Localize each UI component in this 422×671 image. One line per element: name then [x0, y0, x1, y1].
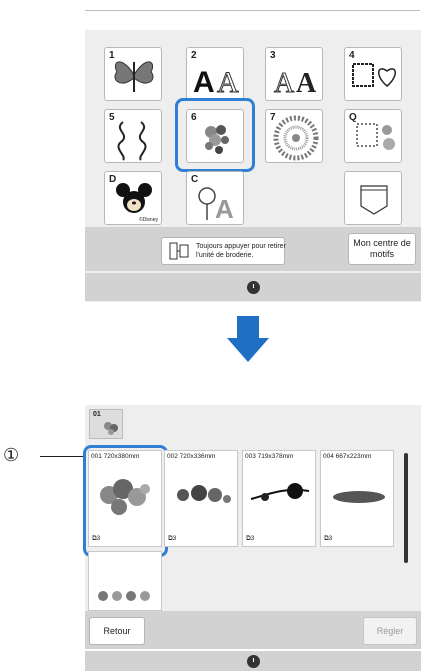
rose-letter-icon: A [198, 187, 234, 224]
font-gothic-aa-icon: A A [274, 68, 318, 100]
category-tile-q[interactable]: Q [344, 109, 402, 163]
callout-number: ① [3, 445, 20, 465]
category-tile-7[interactable]: 7 [265, 109, 323, 163]
set-button[interactable]: Régler [363, 617, 417, 645]
card-label: 002 720x336mm [167, 453, 216, 460]
my-design-center-button[interactable]: Mon centre de motifs [348, 233, 416, 265]
leaf-pattern-icon [333, 491, 385, 503]
pattern-card-005[interactable] [88, 551, 162, 611]
copyright-label: ©Disney [139, 217, 158, 223]
pattern-card-002[interactable]: 002 720x336mm ⧉3 [164, 450, 238, 547]
card-label: 001 720x380mm [91, 453, 140, 460]
category-tile-d[interactable]: D ©Disney [104, 171, 162, 225]
pattern-card-001[interactable]: 001 720x380mm ⧉3 [88, 450, 162, 547]
svg-text:A: A [215, 194, 234, 224]
floral-thumbnail-icon [104, 422, 118, 435]
pattern-card-004[interactable]: 004 667x223mm ⧉3 [320, 450, 394, 547]
category-tile-c[interactable]: C A [186, 171, 244, 225]
down-arrow-head [227, 338, 269, 362]
back-button[interactable]: Retour [89, 617, 145, 645]
embroidery-unit-icon [169, 242, 189, 260]
top-status-bar [85, 273, 421, 301]
notice-text: Toujours appuyer pour retirer l'unité de… [196, 243, 286, 259]
category-tile-3[interactable]: 3 A A [265, 47, 323, 101]
category-tab[interactable]: 01 [89, 409, 123, 439]
remove-unit-notice[interactable]: Toujours appuyer pour retirer l'unité de… [161, 237, 286, 265]
color-count: ⧉3 [246, 535, 255, 542]
butterfly-icon [114, 61, 154, 92]
scrollbar[interactable] [402, 453, 410, 563]
font-aa-icon: A A [193, 66, 240, 100]
ornament-icon [117, 121, 147, 161]
pattern-card-003[interactable]: 003 719x378mm ⧉3 [242, 450, 316, 547]
floral-pattern-icon [177, 485, 231, 503]
frame-heart-icon [352, 63, 396, 87]
clock-icon[interactable] [247, 655, 260, 668]
quilt-frame-icon [356, 123, 395, 150]
category-tile-4[interactable]: 4 [344, 47, 402, 101]
top-bottom-bar: Toujours appuyer pour retirer l'unité de… [85, 227, 421, 271]
floral-pattern-icon [100, 479, 150, 515]
svg-text:A: A [296, 68, 317, 99]
svg-text:A: A [193, 66, 215, 99]
bottom-action-bar: Retour Régler [85, 611, 421, 649]
category-tile-pocket[interactable] [344, 171, 402, 225]
color-count: ⧉3 [324, 535, 333, 542]
scroll-thumb[interactable] [404, 453, 408, 563]
svg-text:A: A [217, 66, 239, 99]
color-count: ⧉3 [92, 535, 101, 542]
card-label: 004 667x223mm [323, 453, 372, 460]
selected-tile-highlight [175, 98, 255, 172]
branch-pattern-icon [250, 483, 310, 501]
down-arrow-icon [237, 316, 259, 338]
top-divider [85, 10, 420, 11]
category-tile-5[interactable]: 5 [104, 109, 162, 163]
pocket-icon [360, 185, 388, 215]
category-tab-label: 01 [93, 411, 101, 418]
pattern-list-screen: 01 001 720x380mm ⧉3 002 720x336mm ⧉3 003… [83, 405, 421, 629]
bottom-status-bar [85, 651, 421, 671]
svg-text:A: A [274, 68, 295, 99]
color-count: ⧉3 [168, 535, 177, 542]
clock-icon[interactable] [247, 281, 260, 294]
mandala-icon [273, 115, 319, 161]
category-tile-2[interactable]: 2 A A [186, 47, 244, 101]
card-label: 003 719x378mm [245, 453, 294, 460]
callout-line [40, 456, 88, 457]
category-tile-1[interactable]: 1 [104, 47, 162, 101]
border-pattern-icon [98, 591, 150, 601]
